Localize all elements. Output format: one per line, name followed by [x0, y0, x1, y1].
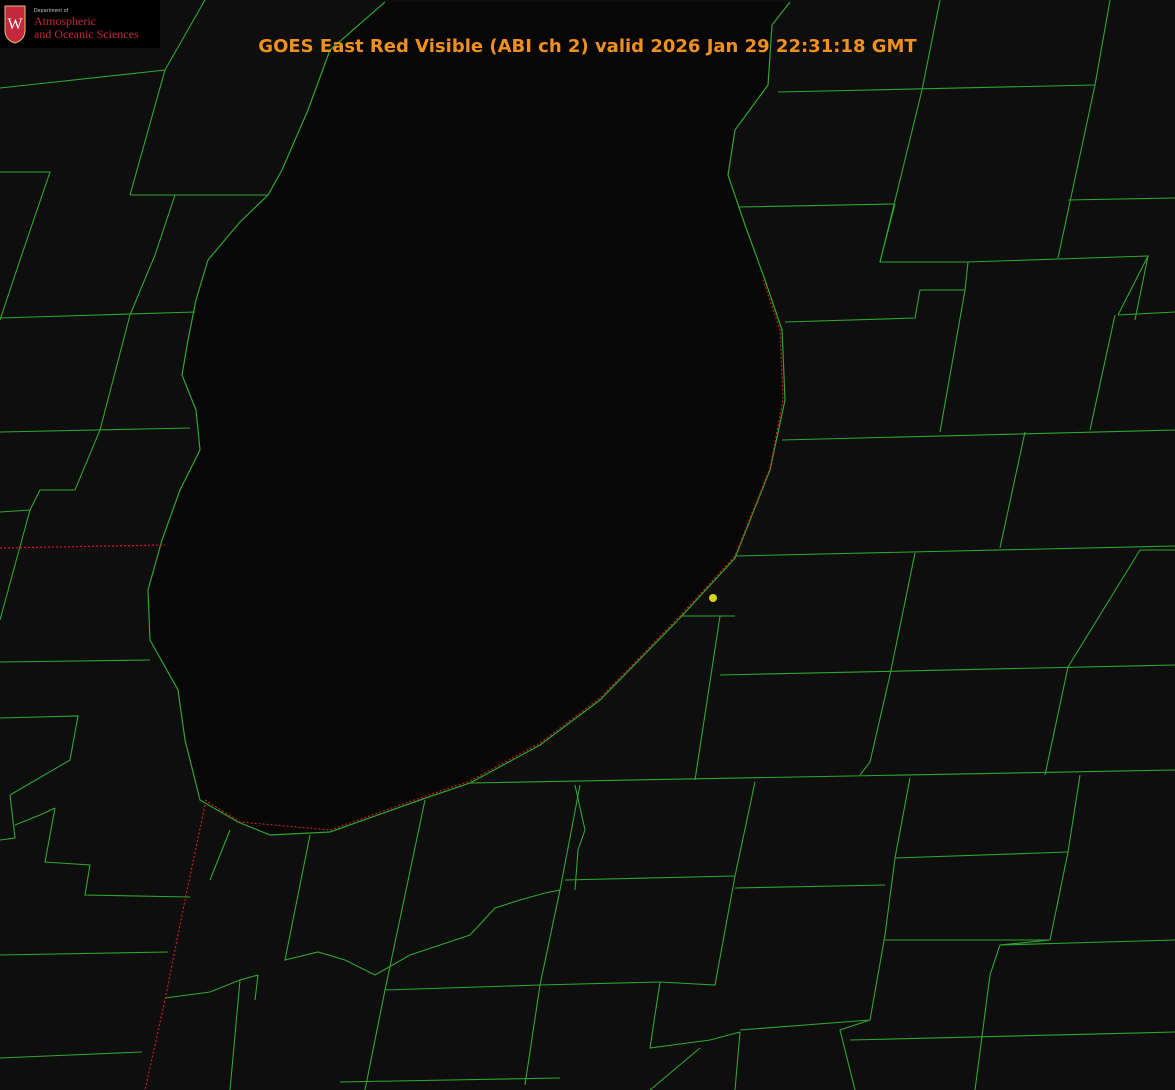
satellite-image: W Department of Atmospheric and Oceanic … — [0, 0, 1175, 1090]
image-title: GOES East Red Visible (ABI ch 2) valid 2… — [258, 36, 917, 57]
map-canvas — [0, 0, 1175, 1090]
location-marker — [709, 594, 717, 602]
crest-letter: W — [7, 16, 23, 33]
